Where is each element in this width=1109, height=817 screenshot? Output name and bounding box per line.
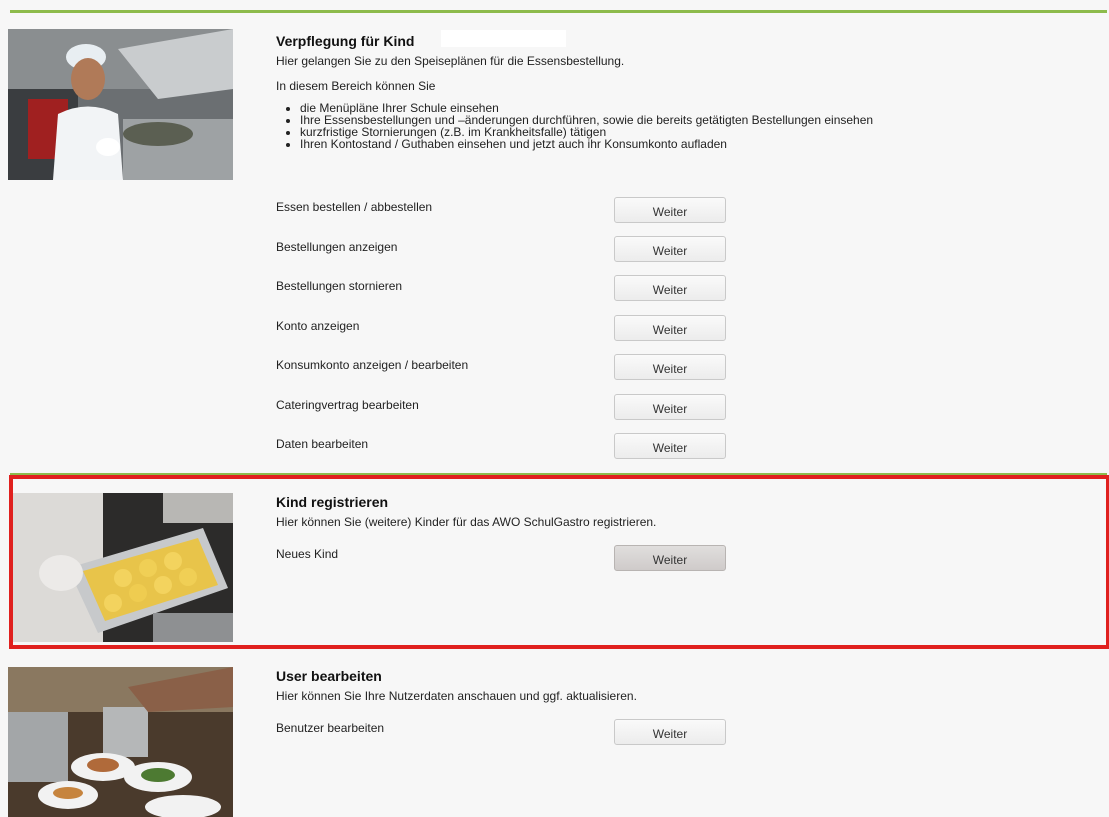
row-label: Daten bearbeiten bbox=[276, 437, 369, 451]
row-bestellungen-stornieren: Bestellungen stornieren Weiter bbox=[276, 275, 736, 303]
weiter-button[interactable]: Weiter bbox=[614, 433, 726, 459]
section-description: Hier können Sie Ihre Nutzerdaten anschau… bbox=[276, 689, 637, 703]
weiter-button[interactable]: Weiter bbox=[614, 315, 726, 341]
section-title: Verpflegung für Kind bbox=[276, 33, 415, 49]
weiter-button[interactable]: Weiter bbox=[614, 236, 726, 262]
row-benutzer-bearbeiten: Benutzer bearbeiten Weiter bbox=[276, 719, 736, 747]
row-konto-anzeigen: Konto anzeigen Weiter bbox=[276, 315, 736, 343]
row-cateringvertrag: Cateringvertrag bearbeiten Weiter bbox=[276, 394, 736, 422]
row-konsumkonto: Konsumkonto anzeigen / bearbeiten Weiter bbox=[276, 354, 736, 382]
potatoes-tray-photo bbox=[13, 493, 233, 642]
top-divider bbox=[10, 10, 1107, 13]
row-daten-bearbeiten: Daten bearbeiten Weiter bbox=[276, 433, 736, 461]
section-description: Hier gelangen Sie zu den Speiseplänen fü… bbox=[276, 54, 625, 68]
row-label: Cateringvertrag bearbeiten bbox=[276, 398, 419, 412]
weiter-button[interactable]: Weiter bbox=[614, 275, 726, 301]
row-label: Konsumkonto anzeigen / bearbeiten bbox=[276, 358, 469, 372]
row-label: Bestellungen anzeigen bbox=[276, 240, 398, 254]
row-label: Konto anzeigen bbox=[276, 319, 360, 333]
section-title: Kind registrieren bbox=[276, 494, 389, 510]
feature-list: die Menüpläne Ihrer Schule einsehen Ihre… bbox=[276, 102, 1076, 150]
row-neues-kind: Neues Kind Weiter bbox=[276, 545, 736, 573]
row-label: Bestellungen stornieren bbox=[276, 279, 403, 293]
section-intro: In diesem Bereich können Sie bbox=[276, 79, 436, 93]
list-item: Ihren Kontostand / Guthaben einsehen und… bbox=[300, 138, 1076, 150]
weiter-button[interactable]: Weiter bbox=[614, 197, 726, 223]
row-bestellungen-anzeigen: Bestellungen anzeigen Weiter bbox=[276, 236, 736, 264]
weiter-button[interactable]: Weiter bbox=[614, 354, 726, 380]
kitchen-worker-photo bbox=[8, 29, 233, 180]
weiter-button[interactable]: Weiter bbox=[614, 394, 726, 420]
row-label: Essen bestellen / abbestellen bbox=[276, 200, 433, 214]
weiter-button[interactable]: Weiter bbox=[614, 719, 726, 745]
row-label: Benutzer bearbeiten bbox=[276, 721, 385, 735]
section-description: Hier können Sie (weitere) Kinder für das… bbox=[276, 515, 657, 529]
row-essen-bestellen: Essen bestellen / abbestellen Weiter bbox=[276, 197, 736, 225]
row-label: Neues Kind bbox=[276, 547, 339, 561]
section-title: User bearbeiten bbox=[276, 668, 382, 684]
weiter-button[interactable]: Weiter bbox=[614, 545, 726, 571]
plated-food-photo bbox=[8, 667, 233, 817]
